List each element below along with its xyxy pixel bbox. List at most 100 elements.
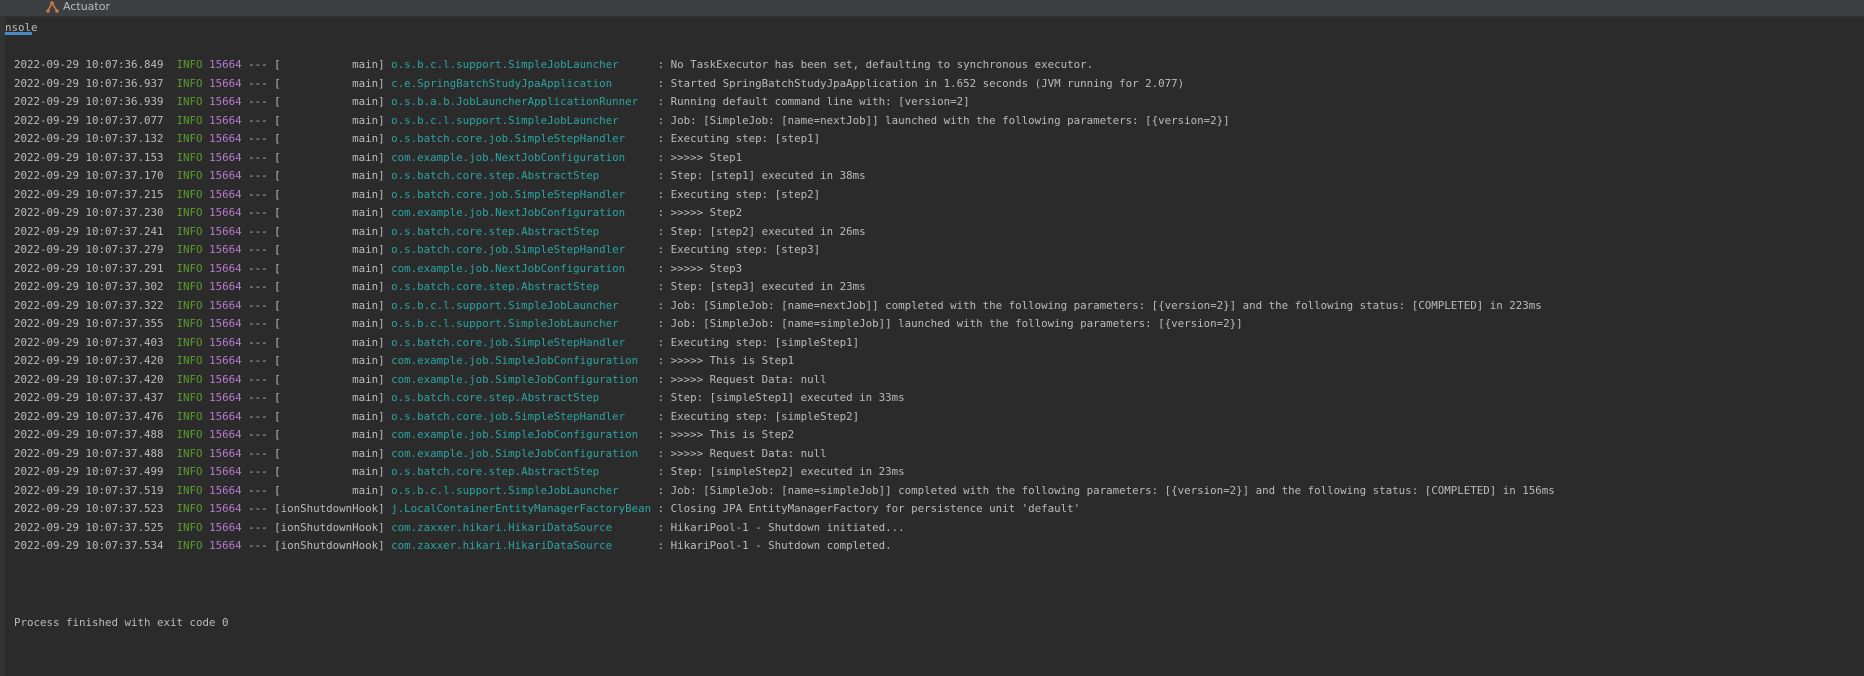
log-line: 2022-09-29 10:07:37.230 INFO 15664 --- [… xyxy=(14,206,743,219)
log-level: INFO xyxy=(176,483,203,497)
log-message: Started SpringBatchStudyJpaApplication i… xyxy=(670,76,1185,90)
log-timestamp: 2022-09-29 10:07:37.534 xyxy=(14,539,164,552)
log-pid: 15664 xyxy=(209,502,242,515)
log-message: Executing step: [step2] xyxy=(670,187,821,201)
log-timestamp: 2022-09-29 10:07:36.939 xyxy=(14,95,164,108)
log-pid: 15664 xyxy=(209,113,242,127)
log-message: Executing step: [step1] xyxy=(670,132,821,145)
log-pid: 15664 xyxy=(209,335,242,349)
log-message: Executing step: [simpleStep1] xyxy=(670,335,860,349)
log-thread: main xyxy=(352,483,379,497)
log-level: INFO xyxy=(176,502,203,515)
log-line: 2022-09-29 10:07:37.420 INFO 15664 --- [… xyxy=(14,354,795,367)
log-level: INFO xyxy=(176,428,203,441)
process-exit-message: Process finished with exit code 0 xyxy=(14,616,229,629)
log-pid: 15664 xyxy=(209,243,242,256)
tab-actuator[interactable]: Actuator xyxy=(46,0,110,16)
log-line: 2022-09-29 10:07:37.153 INFO 15664 --- [… xyxy=(14,150,743,164)
log-logger: o.s.batch.core.job.SimpleStepHandler xyxy=(391,187,626,201)
log-thread: ionShutdownHook xyxy=(280,502,379,515)
log-pid: 15664 xyxy=(209,391,242,404)
log-line: 2022-09-29 10:07:37.476 INFO 15664 --- [… xyxy=(14,409,860,423)
log-thread: main xyxy=(352,446,379,460)
log-level: INFO xyxy=(176,76,203,90)
log-pid: 15664 xyxy=(209,317,242,330)
log-thread: ionShutdownHook xyxy=(280,539,379,552)
log-timestamp: 2022-09-29 10:07:37.523 xyxy=(14,502,164,515)
log-pid: 15664 xyxy=(209,409,242,423)
log-level: INFO xyxy=(176,317,203,330)
log-level: INFO xyxy=(176,354,203,367)
log-line: 2022-09-29 10:07:37.132 INFO 15664 --- [… xyxy=(14,132,821,145)
log-message: >>>>> This is Step1 xyxy=(670,354,795,367)
log-level: INFO xyxy=(176,95,203,108)
log-logger: o.s.b.c.l.support.SimpleJobLauncher xyxy=(391,298,619,312)
log-level: INFO xyxy=(176,58,203,71)
log-level: INFO xyxy=(176,520,203,534)
log-thread: main xyxy=(352,335,379,349)
log-logger: o.s.batch.core.step.AbstractStep xyxy=(391,169,600,182)
log-line: 2022-09-29 10:07:37.488 INFO 15664 --- [… xyxy=(14,428,795,441)
log-pid: 15664 xyxy=(209,372,242,386)
log-message: >>>>> Step1 xyxy=(670,150,743,164)
log-line: 2022-09-29 10:07:36.849 INFO 15664 --- [… xyxy=(14,58,1094,71)
log-thread: main xyxy=(352,132,379,145)
log-logger: o.s.batch.core.job.SimpleStepHandler xyxy=(391,409,626,423)
log-level: INFO xyxy=(176,280,203,293)
log-thread: main xyxy=(352,465,379,478)
log-pid: 15664 xyxy=(209,465,242,478)
log-line: 2022-09-29 10:07:37.241 INFO 15664 --- [… xyxy=(14,224,866,238)
log-thread: main xyxy=(352,317,379,330)
log-timestamp: 2022-09-29 10:07:37.215 xyxy=(14,187,164,201)
log-thread: main xyxy=(352,206,379,219)
log-timestamp: 2022-09-29 10:07:37.241 xyxy=(14,224,164,238)
log-line: 2022-09-29 10:07:37.437 INFO 15664 --- [… xyxy=(14,391,905,404)
log-message: No TaskExecutor has been set, defaulting… xyxy=(670,58,1094,71)
log-thread: main xyxy=(352,298,379,312)
log-level: INFO xyxy=(176,113,203,127)
log-timestamp: 2022-09-29 10:07:37.279 xyxy=(14,243,164,256)
log-line: 2022-09-29 10:07:37.499 INFO 15664 --- [… xyxy=(14,465,905,478)
actuator-icon xyxy=(46,1,59,13)
log-timestamp: 2022-09-29 10:07:37.302 xyxy=(14,280,164,293)
log-timestamp: 2022-09-29 10:07:37.437 xyxy=(14,391,164,404)
log-logger: o.s.b.c.l.support.SimpleJobLauncher xyxy=(391,317,619,330)
log-pid: 15664 xyxy=(209,483,242,497)
log-logger: o.s.batch.core.step.AbstractStep xyxy=(391,280,600,293)
log-timestamp: 2022-09-29 10:07:37.420 xyxy=(14,372,164,386)
log-line: 2022-09-29 10:07:37.488 INFO 15664 --- [… xyxy=(14,446,827,460)
log-message: Job: [SimpleJob: [name=simpleJob]] launc… xyxy=(670,317,1243,330)
log-level: INFO xyxy=(176,298,203,312)
log-pid: 15664 xyxy=(209,298,242,312)
log-line: 2022-09-29 10:07:37.355 INFO 15664 --- [… xyxy=(14,317,1243,330)
log-logger: o.s.batch.core.job.SimpleStepHandler xyxy=(391,243,626,256)
log-thread: main xyxy=(352,243,379,256)
log-line: 2022-09-29 10:07:37.077 INFO 15664 --- [… xyxy=(14,113,1230,127)
log-thread: main xyxy=(352,261,379,275)
log-thread: main xyxy=(352,76,379,90)
log-logger: com.example.job.NextJobConfiguration xyxy=(391,150,626,164)
log-thread: main xyxy=(352,58,379,71)
log-pid: 15664 xyxy=(209,446,242,460)
log-thread: main xyxy=(352,409,379,423)
log-message: Executing step: [simpleStep2] xyxy=(670,409,860,423)
console-output[interactable]: 2022-09-29 10:07:36.849 INFO 15664 --- [… xyxy=(14,19,1555,651)
log-thread: main xyxy=(352,391,379,404)
log-level: INFO xyxy=(176,243,203,256)
log-logger: com.example.job.SimpleJobConfiguration xyxy=(391,446,639,460)
log-logger: o.s.batch.core.step.AbstractStep xyxy=(391,465,600,478)
log-pid: 15664 xyxy=(209,132,242,145)
log-pid: 15664 xyxy=(209,150,242,164)
log-level: INFO xyxy=(176,465,203,478)
log-timestamp: 2022-09-29 10:07:37.230 xyxy=(14,206,164,219)
log-timestamp: 2022-09-29 10:07:37.476 xyxy=(14,409,164,423)
log-line: 2022-09-29 10:07:37.420 INFO 15664 --- [… xyxy=(14,372,827,386)
log-thread: ionShutdownHook xyxy=(280,520,379,534)
log-pid: 15664 xyxy=(209,76,242,90)
log-logger: o.s.b.c.l.support.SimpleJobLauncher xyxy=(391,58,619,71)
log-timestamp: 2022-09-29 10:07:37.420 xyxy=(14,354,164,367)
log-thread: main xyxy=(352,354,379,367)
log-message: >>>>> This is Step2 xyxy=(670,428,795,441)
log-timestamp: 2022-09-29 10:07:37.077 xyxy=(14,113,164,127)
log-level: INFO xyxy=(176,409,203,423)
